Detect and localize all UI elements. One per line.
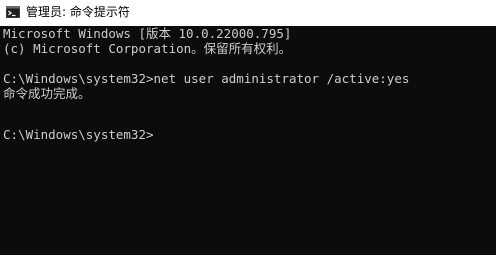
- console-prompt-line[interactable]: C:\Windows\system32>: [3, 127, 154, 143]
- console-line: C:\Windows\system32>net user administrat…: [3, 71, 410, 86]
- scrollbar[interactable]: [490, 26, 496, 255]
- window-title: 管理员: 命令提示符: [26, 5, 130, 19]
- console-output[interactable]: Microsoft Windows [版本 10.0.22000.795] (c…: [0, 26, 496, 255]
- cmd-icon: [6, 6, 20, 18]
- title-bar[interactable]: 管理员: 命令提示符: [0, 0, 496, 26]
- command-prompt-window: 管理员: 命令提示符 Microsoft Windows [版本 10.0.22…: [0, 0, 496, 255]
- console-line: (c) Microsoft Corporation。保留所有权利。: [3, 41, 292, 56]
- console-line: 命令成功完成。: [3, 86, 91, 101]
- console-line: Microsoft Windows [版本 10.0.22000.795]: [3, 26, 292, 41]
